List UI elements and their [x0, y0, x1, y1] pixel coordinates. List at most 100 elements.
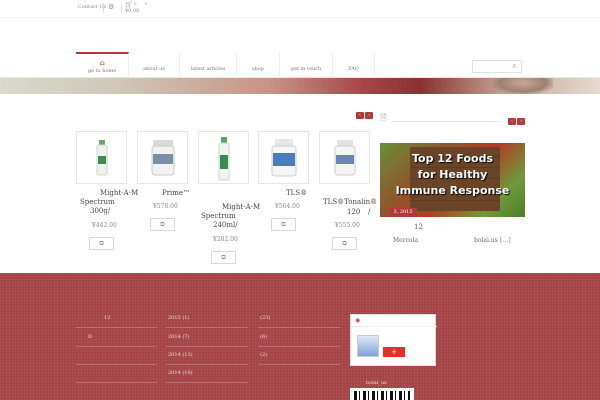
external-link-icon: ⧉	[221, 254, 226, 261]
product-price: ¥555.00	[335, 222, 360, 229]
blog-source: bolai.us	[474, 237, 498, 244]
product-price: ¥578.00	[153, 203, 178, 210]
nav-label: get in touch	[290, 66, 322, 72]
product-price: ¥564.00	[275, 203, 300, 210]
product-name[interactable]: Might-A-M	[222, 203, 260, 212]
category-count[interactable]: (23)	[260, 315, 270, 321]
image-title: Immune Response	[395, 184, 510, 197]
cart-icon[interactable]: 🛒	[125, 1, 132, 8]
product-bottle-icon	[271, 139, 296, 177]
image-title: Top 12 Foods	[411, 152, 494, 165]
product-name[interactable]: 120	[347, 208, 360, 217]
product-name[interactable]: Prime™	[162, 189, 190, 198]
product-name[interactable]: TLS®Tonalin®	[323, 198, 377, 207]
nav-item-about[interactable]: about us	[129, 52, 180, 78]
product-image[interactable]	[198, 131, 249, 184]
blog-author: Mercola	[393, 237, 419, 244]
contact-us-link[interactable]: Contact Us	[78, 4, 106, 10]
product-price: ¥282.00	[213, 236, 238, 243]
document-icon: 🗎	[380, 113, 387, 122]
home-icon: ⌂	[99, 59, 105, 67]
divider	[166, 364, 248, 365]
divider	[103, 3, 104, 13]
divider	[258, 346, 340, 347]
product-bottle-icon	[218, 137, 229, 181]
nav-label: about us	[143, 66, 165, 72]
product-name[interactable]: Spectrum	[201, 212, 236, 221]
date-badge: 3, 2015	[389, 208, 417, 217]
product-name[interactable]: 300g/	[90, 207, 110, 216]
archive-link[interactable]: 2014 (7)	[168, 334, 189, 340]
blog-post-image[interactable]: Top 12 Foods for Healthy Immune Response…	[380, 143, 525, 217]
product-name[interactable]: 240ml/	[213, 221, 238, 230]
cart-total[interactable]: ¥0.00	[125, 8, 139, 14]
product-name[interactable]: Might-A-M	[100, 189, 138, 198]
product-link-button[interactable]: ⧉	[332, 237, 357, 250]
divider	[166, 382, 248, 383]
product-link-button[interactable]: ⧉	[150, 218, 175, 231]
archive-link[interactable]: 2015 (1)	[168, 315, 189, 321]
nav-label: latest articles	[190, 66, 226, 72]
search-icon[interactable]: ⌕	[512, 61, 516, 71]
product-name[interactable]: Spectrum	[80, 198, 115, 207]
category-count[interactable]: (6)	[260, 334, 267, 340]
product-price: ¥442.00	[92, 222, 117, 229]
widget-header: ◉	[351, 315, 437, 327]
divider	[166, 346, 248, 347]
weibo-widget: ◉ +	[350, 314, 437, 366]
product-image[interactable]	[319, 131, 370, 184]
product-image[interactable]	[137, 131, 188, 184]
nav-item-faq[interactable]: FAQ	[333, 52, 375, 78]
product-image[interactable]	[76, 131, 127, 184]
product-name[interactable]: /	[368, 208, 370, 217]
qr-code-cells	[354, 391, 410, 400]
divider	[258, 364, 340, 365]
qr-code	[350, 388, 414, 400]
avatar[interactable]	[357, 335, 379, 357]
footer-link[interactable]: 12	[104, 315, 110, 321]
products-prev-button[interactable]: ‹	[356, 112, 364, 119]
cart-count: 0	[134, 1, 137, 6]
external-link-icon: ⧉	[160, 221, 165, 228]
external-link-icon: ⧉	[281, 221, 286, 228]
divider	[76, 346, 157, 347]
nav-item-shop[interactable]: shop	[237, 52, 280, 78]
blog-prev-button[interactable]: ‹	[508, 118, 516, 125]
archive-link[interactable]: 2014 (10)	[168, 370, 193, 376]
footer-link[interactable]: D	[88, 334, 92, 340]
divider	[166, 327, 248, 328]
site-label: bolai_us	[366, 380, 387, 386]
top-bar: Contact Us ⚙ 🛒 0 ¥0.00 ▾	[0, 0, 600, 18]
hero-banner	[0, 78, 600, 94]
archive-link[interactable]: 2014 (13)	[168, 352, 193, 358]
product-bottle-icon	[151, 140, 174, 176]
divider	[392, 121, 500, 122]
blog-next-button[interactable]: ›	[517, 118, 525, 125]
product-name[interactable]: TLS®	[286, 189, 307, 198]
nav-label: shop	[252, 66, 264, 72]
nav-item-articles[interactable]: latest articles	[180, 52, 237, 78]
blog-post-title[interactable]: 12	[414, 223, 423, 231]
nav-item-contact[interactable]: get in touch	[280, 52, 333, 78]
banner-portrait	[493, 78, 553, 94]
image-title: for Healthy	[417, 168, 488, 181]
nav-item-home[interactable]: ⌂ go to home	[76, 52, 129, 78]
product-link-button[interactable]: ⧉	[211, 251, 236, 264]
product-image[interactable]	[258, 131, 309, 184]
weibo-icon: ◉	[355, 317, 361, 324]
cart-dropdown-icon[interactable]: ▾	[145, 1, 147, 6]
follow-button[interactable]: +	[383, 347, 405, 357]
divider	[76, 382, 157, 383]
product-bottle-icon	[96, 140, 107, 176]
divider	[121, 3, 122, 13]
product-bottle-icon	[334, 140, 355, 176]
read-more-link[interactable]: […]	[500, 237, 511, 244]
category-count[interactable]: (2)	[260, 352, 267, 358]
product-link-button[interactable]: ⧉	[89, 237, 114, 250]
divider	[258, 327, 340, 328]
external-link-icon: ⧉	[99, 240, 104, 247]
divider	[76, 364, 157, 365]
product-link-button[interactable]: ⧉	[271, 218, 296, 231]
settings-icon[interactable]: ⚙	[108, 3, 114, 11]
products-next-button[interactable]: ›	[365, 112, 373, 119]
